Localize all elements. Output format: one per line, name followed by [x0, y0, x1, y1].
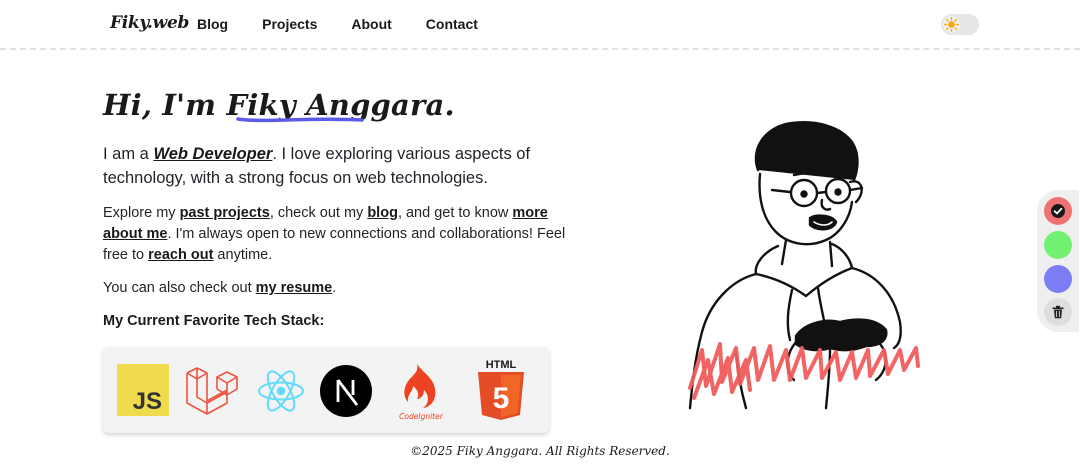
stack-heading: My Current Favorite Tech Stack:	[103, 313, 325, 329]
resume-t1: You can also check out	[103, 280, 256, 296]
javascript-icon[interactable]: JS	[117, 364, 169, 416]
footer-copyright: ©2025 Fiky Anggara. All Rights Reserved.	[410, 444, 670, 458]
explore-t2: , check out my	[269, 205, 368, 221]
past-projects-link[interactable]: past projects	[180, 205, 270, 221]
intro-text: I am a Web Developer. I love exploring v…	[103, 142, 573, 190]
tech-stack-card: JS CodeIgniter HTML 5	[103, 347, 549, 433]
color-palette	[1037, 190, 1079, 332]
site-logo[interactable]: Fiky.web	[110, 13, 189, 33]
main-nav: Blog Projects About Contact	[197, 16, 512, 32]
nav-contact[interactable]: Contact	[426, 16, 478, 32]
theme-toggle[interactable]	[941, 14, 979, 35]
greeting-suffix: .	[444, 88, 455, 122]
laravel-icon[interactable]	[183, 363, 239, 419]
explore-t1: Explore my	[103, 205, 180, 221]
codeigniter-icon[interactable]: CodeIgniter	[393, 361, 449, 423]
greeting-prefix: Hi, I'm	[103, 88, 227, 122]
svg-text:HTML: HTML	[486, 359, 517, 371]
red-swatch[interactable]	[1044, 197, 1072, 225]
nav-about[interactable]: About	[351, 16, 391, 32]
react-icon[interactable]	[253, 363, 309, 419]
sun-icon	[943, 16, 960, 33]
nav-projects[interactable]: Projects	[262, 16, 317, 32]
nextjs-icon[interactable]	[318, 363, 374, 419]
resume-text: You can also check out my resume.	[103, 278, 583, 299]
blog-link[interactable]: blog	[367, 205, 398, 221]
reach-out-link[interactable]: reach out	[148, 247, 213, 263]
svg-text:JS: JS	[133, 388, 162, 415]
trash-icon[interactable]	[1044, 298, 1072, 326]
svg-text:CodeIgniter: CodeIgniter	[399, 412, 444, 421]
check-icon	[1051, 204, 1065, 218]
developer-illustration	[688, 121, 920, 410]
blue-swatch[interactable]	[1044, 265, 1072, 293]
role-text: Web Developer	[153, 145, 273, 163]
resume-t2: .	[332, 280, 337, 296]
explore-text: Explore my past projects, check out my b…	[103, 203, 583, 266]
html5-icon[interactable]: HTML 5	[473, 357, 529, 423]
name-underline	[236, 117, 364, 123]
explore-t5: anytime.	[213, 247, 273, 263]
explore-t3: , and get to know	[397, 205, 513, 221]
site-header: Fiky.web Blog Projects About Contact	[0, 0, 1080, 50]
green-swatch[interactable]	[1044, 231, 1072, 259]
nav-blog[interactable]: Blog	[197, 16, 228, 32]
intro-prefix: I am a	[103, 145, 154, 163]
svg-text:5: 5	[493, 382, 510, 415]
resume-link[interactable]: my resume	[256, 280, 333, 296]
